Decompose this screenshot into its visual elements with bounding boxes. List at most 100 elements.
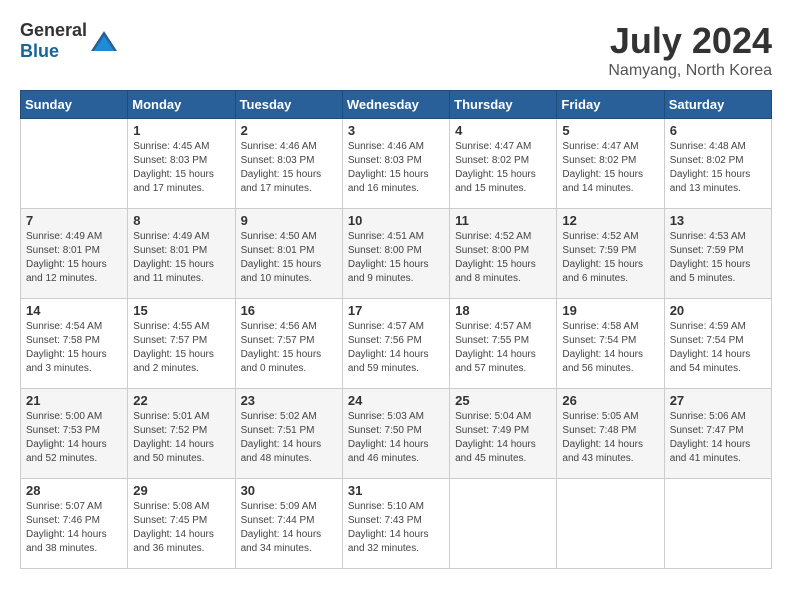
day-info: Sunrise: 5:04 AM Sunset: 7:49 PM Dayligh… [455,410,551,466]
calendar-cell: 16Sunrise: 4:56 AM Sunset: 7:57 PM Dayli… [235,299,342,389]
title-area: July 2024 Namyang, North Korea [608,20,772,80]
day-number: 1 [133,123,229,138]
calendar-cell: 11 Sunrise: 4:52 AM Sunset: 8:00 PM Dayli… [450,209,557,299]
day-number: 29 [133,483,229,498]
day-number: 13 [670,213,766,228]
logo-icon [89,26,119,56]
day-number: 19 [562,303,658,318]
calendar-cell: 29 Sunrise: 5:08 AM Sunset: 7:45 PM Dayli… [128,479,235,569]
calendar-cell: 22 Sunrise: 5:01 AM Sunset: 7:52 PM Dayli… [128,389,235,479]
day-number: 7 [26,213,122,228]
calendar-cell: 12 Sunrise: 4:52 AM Sunset: 7:59 PM Dayli… [557,209,664,299]
header-row: SundayMondayTuesdayWednesdayThursdayFrid… [21,91,772,119]
week-row-5: 28 Sunrise: 5:07 AM Sunset: 7:46 PM Dayli… [21,479,772,569]
calendar-cell: 27 Sunrise: 5:06 AM Sunset: 7:47 PM Dayli… [664,389,771,479]
day-number: 12 [562,213,658,228]
calendar-cell: 18 Sunrise: 4:57 AM Sunset: 7:55 PM Dayli… [450,299,557,389]
day-number: 23 [241,393,337,408]
day-info: Sunrise: 5:10 AM Sunset: 7:43 PM Dayligh… [348,500,444,556]
calendar-cell: 28 Sunrise: 5:07 AM Sunset: 7:46 PM Dayli… [21,479,128,569]
day-info: Sunrise: 5:08 AM Sunset: 7:45 PM Dayligh… [133,500,229,556]
day-info: Sunrise: 4:55 AM Sunset: 7:57 PM Dayligh… [133,320,229,376]
header-day-thursday: Thursday [450,91,557,119]
day-number: 17 [348,303,444,318]
day-info: Sunrise: 4:52 AM Sunset: 8:00 PM Dayligh… [455,230,551,286]
logo-text: General Blue [20,20,87,62]
day-number: 25 [455,393,551,408]
calendar-cell: 26 Sunrise: 5:05 AM Sunset: 7:48 PM Dayli… [557,389,664,479]
day-info: Sunrise: 4:52 AM Sunset: 7:59 PM Dayligh… [562,230,658,286]
day-info: Sunrise: 5:05 AM Sunset: 7:48 PM Dayligh… [562,410,658,466]
day-info: Sunrise: 4:57 AM Sunset: 7:55 PM Dayligh… [455,320,551,376]
logo-blue: Blue [20,41,59,61]
day-number: 21 [26,393,122,408]
calendar-cell [21,119,128,209]
day-info: Sunrise: 5:03 AM Sunset: 7:50 PM Dayligh… [348,410,444,466]
day-number: 16 [241,303,337,318]
calendar-cell: 13Sunrise: 4:53 AM Sunset: 7:59 PM Dayli… [664,209,771,299]
day-info: Sunrise: 5:09 AM Sunset: 7:44 PM Dayligh… [241,500,337,556]
day-number: 22 [133,393,229,408]
day-info: Sunrise: 5:07 AM Sunset: 7:46 PM Dayligh… [26,500,122,556]
calendar-cell [450,479,557,569]
header-day-sunday: Sunday [21,91,128,119]
calendar-cell: 24Sunrise: 5:03 AM Sunset: 7:50 PM Dayli… [342,389,449,479]
calendar-cell: 8Sunrise: 4:49 AM Sunset: 8:01 PM Daylig… [128,209,235,299]
logo: General Blue [20,20,119,62]
day-info: Sunrise: 5:01 AM Sunset: 7:52 PM Dayligh… [133,410,229,466]
day-number: 26 [562,393,658,408]
header-day-wednesday: Wednesday [342,91,449,119]
calendar-cell [557,479,664,569]
calendar-cell [664,479,771,569]
calendar-cell: 10 Sunrise: 4:51 AM Sunset: 8:00 PM Dayli… [342,209,449,299]
header-day-tuesday: Tuesday [235,91,342,119]
calendar-cell: 2Sunrise: 4:46 AM Sunset: 8:03 PM Daylig… [235,119,342,209]
day-number: 28 [26,483,122,498]
day-info: Sunrise: 4:47 AM Sunset: 8:02 PM Dayligh… [562,140,658,196]
day-number: 10 [348,213,444,228]
day-info: Sunrise: 4:46 AM Sunset: 8:03 PM Dayligh… [348,140,444,196]
day-number: 15 [133,303,229,318]
day-info: Sunrise: 4:47 AM Sunset: 8:02 PM Dayligh… [455,140,551,196]
day-info: Sunrise: 4:51 AM Sunset: 8:00 PM Dayligh… [348,230,444,286]
day-number: 4 [455,123,551,138]
day-info: Sunrise: 4:50 AM Sunset: 8:01 PM Dayligh… [241,230,337,286]
week-row-4: 21Sunrise: 5:00 AM Sunset: 7:53 PM Dayli… [21,389,772,479]
calendar-cell: 1Sunrise: 4:45 AM Sunset: 8:03 PM Daylig… [128,119,235,209]
week-row-2: 7 Sunrise: 4:49 AM Sunset: 8:01 PM Daylig… [21,209,772,299]
calendar-cell: 4 Sunrise: 4:47 AM Sunset: 8:02 PM Daylig… [450,119,557,209]
calendar-body: 1Sunrise: 4:45 AM Sunset: 8:03 PM Daylig… [21,119,772,569]
logo-general: General [20,20,87,40]
day-info: Sunrise: 5:02 AM Sunset: 7:51 PM Dayligh… [241,410,337,466]
day-number: 20 [670,303,766,318]
day-number: 11 [455,213,551,228]
calendar-cell: 6 Sunrise: 4:48 AM Sunset: 8:02 PM Daylig… [664,119,771,209]
day-info: Sunrise: 4:49 AM Sunset: 8:01 PM Dayligh… [26,230,122,286]
day-info: Sunrise: 4:54 AM Sunset: 7:58 PM Dayligh… [26,320,122,376]
calendar-cell: 3Sunrise: 4:46 AM Sunset: 8:03 PM Daylig… [342,119,449,209]
day-number: 27 [670,393,766,408]
day-number: 30 [241,483,337,498]
day-number: 6 [670,123,766,138]
day-number: 9 [241,213,337,228]
header-day-friday: Friday [557,91,664,119]
day-info: Sunrise: 4:59 AM Sunset: 7:54 PM Dayligh… [670,320,766,376]
day-info: Sunrise: 4:49 AM Sunset: 8:01 PM Dayligh… [133,230,229,286]
calendar-cell: 5 Sunrise: 4:47 AM Sunset: 8:02 PM Daylig… [557,119,664,209]
calendar-cell: 19Sunrise: 4:58 AM Sunset: 7:54 PM Dayli… [557,299,664,389]
calendar-cell: 14Sunrise: 4:54 AM Sunset: 7:58 PM Dayli… [21,299,128,389]
header-day-monday: Monday [128,91,235,119]
month-title: July 2024 [608,20,772,62]
calendar-cell: 23 Sunrise: 5:02 AM Sunset: 7:51 PM Dayli… [235,389,342,479]
day-number: 5 [562,123,658,138]
day-info: Sunrise: 4:48 AM Sunset: 8:02 PM Dayligh… [670,140,766,196]
page-header: General Blue July 2024 Namyang, North Ko… [20,20,772,80]
calendar-cell: 9 Sunrise: 4:50 AM Sunset: 8:01 PM Daylig… [235,209,342,299]
day-number: 31 [348,483,444,498]
day-info: Sunrise: 5:06 AM Sunset: 7:47 PM Dayligh… [670,410,766,466]
calendar-cell: 20 Sunrise: 4:59 AM Sunset: 7:54 PM Dayli… [664,299,771,389]
day-number: 18 [455,303,551,318]
calendar-header: SundayMondayTuesdayWednesdayThursdayFrid… [21,91,772,119]
location-title: Namyang, North Korea [608,62,772,80]
week-row-1: 1Sunrise: 4:45 AM Sunset: 8:03 PM Daylig… [21,119,772,209]
